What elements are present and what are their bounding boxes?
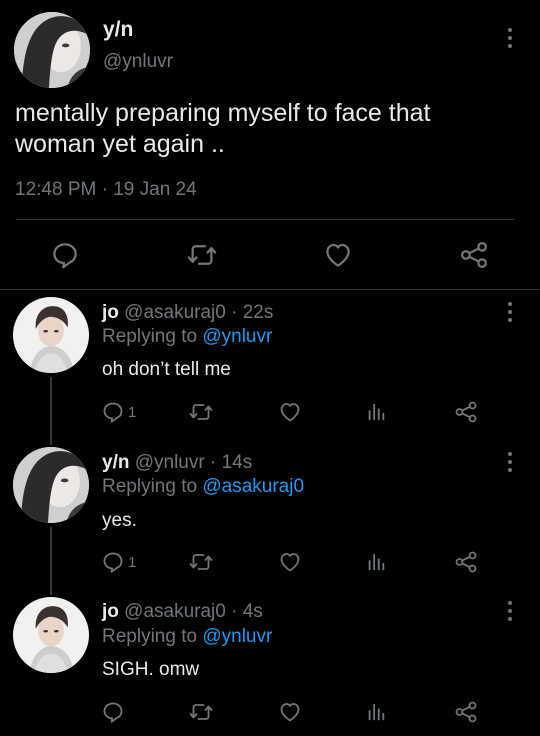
heart-icon[interactable] xyxy=(278,700,302,724)
reply-bubble-icon[interactable] xyxy=(101,700,125,724)
tweet-text-line: woman yet again .. xyxy=(15,130,225,158)
replying-to-link[interactable]: @ynluvr xyxy=(202,326,272,347)
heart-icon[interactable] xyxy=(278,550,302,574)
heart-icon[interactable] xyxy=(323,240,353,270)
more-vertical-icon[interactable] xyxy=(505,452,515,472)
share-icon[interactable] xyxy=(459,240,489,270)
more-vertical-icon[interactable] xyxy=(505,28,515,48)
divider xyxy=(0,289,540,290)
replying-to: Replying to @ynluvr xyxy=(102,626,272,648)
replying-to-link[interactable]: @ynluvr xyxy=(202,626,272,647)
thread-line xyxy=(50,527,52,595)
reply-author-name[interactable]: jo xyxy=(102,601,119,622)
reply-bubble-icon[interactable]: 1 xyxy=(101,550,136,574)
analytics-icon[interactable] xyxy=(365,550,387,574)
analytics-icon[interactable] xyxy=(365,400,387,424)
reply-header: jo @asakuraj0 · 4s xyxy=(102,601,263,623)
reply-text: SIGH. omw xyxy=(102,659,200,680)
reply-author-avatar[interactable] xyxy=(13,597,89,673)
replying-to: Replying to @ynluvr xyxy=(102,326,272,348)
tweet-timestamp[interactable]: 12:48 PM · 19 Jan 24 xyxy=(15,179,197,201)
reply-author-handle[interactable]: @ynluvr xyxy=(135,452,205,473)
main-author-avatar[interactable] xyxy=(14,12,90,88)
share-icon[interactable] xyxy=(454,700,478,724)
reply-text: yes. xyxy=(102,510,137,531)
retweet-icon[interactable] xyxy=(186,240,218,270)
date-separator: · xyxy=(101,179,108,200)
main-author-name[interactable]: y/n xyxy=(103,18,133,42)
reply-age: · 4s xyxy=(231,601,263,622)
replying-prefix: Replying to xyxy=(102,326,198,347)
reply-author-handle[interactable]: @asakuraj0 xyxy=(124,601,226,622)
analytics-icon[interactable] xyxy=(365,700,387,724)
reply-count: 1 xyxy=(128,553,137,571)
more-vertical-icon[interactable] xyxy=(505,302,515,322)
main-author-handle[interactable]: @ynluvr xyxy=(103,51,173,73)
tweet-date[interactable]: 19 Jan 24 xyxy=(113,179,196,200)
reply-header: y/n @ynluvr · 14s xyxy=(102,452,252,474)
retweet-icon[interactable] xyxy=(188,550,214,574)
retweet-icon[interactable] xyxy=(188,400,214,424)
reply-age: · 22s xyxy=(231,302,274,323)
reply-author-name[interactable]: jo xyxy=(102,302,119,323)
tweet-text-line: mentally preparing myself to face that xyxy=(15,99,431,127)
reply-text: oh don’t tell me xyxy=(102,359,231,380)
reply-count: 1 xyxy=(128,403,137,421)
share-icon[interactable] xyxy=(454,400,478,424)
reply-author-avatar[interactable] xyxy=(13,447,89,523)
reply-header: jo @asakuraj0 · 22s xyxy=(102,302,273,324)
thread-line xyxy=(50,377,52,445)
share-icon[interactable] xyxy=(454,550,478,574)
divider xyxy=(16,219,514,220)
heart-icon[interactable] xyxy=(278,400,302,424)
retweet-icon[interactable] xyxy=(188,700,214,724)
reply-age: · 14s xyxy=(210,452,253,473)
reply-author-handle[interactable]: @asakuraj0 xyxy=(124,302,226,323)
reply-bubble-icon[interactable]: 1 xyxy=(101,400,136,424)
reply-bubble-icon[interactable] xyxy=(50,240,80,270)
tweet-time[interactable]: 12:48 PM xyxy=(15,179,96,200)
replying-to: Replying to @asakuraj0 xyxy=(102,476,304,498)
reply-author-name[interactable]: y/n xyxy=(102,452,129,473)
replying-to-link[interactable]: @asakuraj0 xyxy=(202,476,304,497)
tweet-text: mentally preparing myself to face that w… xyxy=(15,98,430,160)
more-vertical-icon[interactable] xyxy=(505,601,515,621)
replying-prefix: Replying to xyxy=(102,476,198,497)
reply-author-avatar[interactable] xyxy=(13,297,89,373)
replying-prefix: Replying to xyxy=(102,626,198,647)
